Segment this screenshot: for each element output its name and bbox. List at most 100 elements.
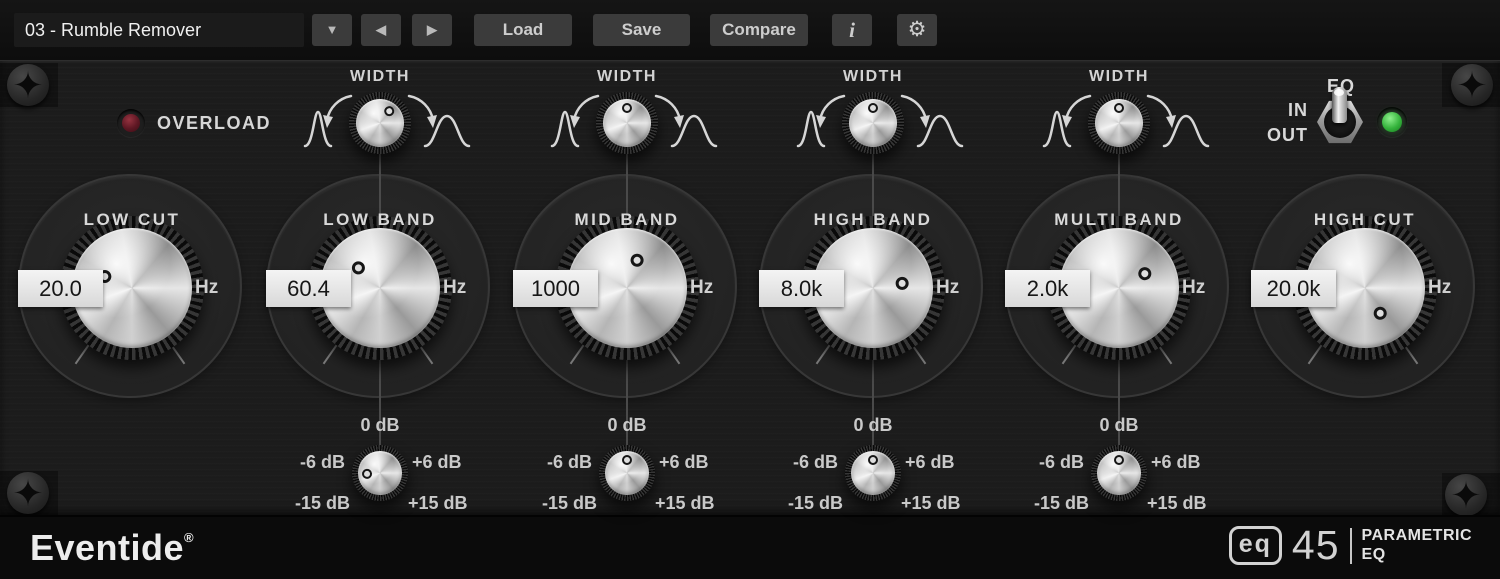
width-knob[interactable] bbox=[1088, 92, 1150, 154]
registered-mark: ® bbox=[184, 530, 194, 545]
knob-position-dot bbox=[1114, 455, 1124, 465]
band-label: MID BAND bbox=[504, 210, 750, 230]
knob-position-dot bbox=[868, 103, 878, 113]
toolbar: 03 - Rumble Remover ▼ ◀ ▶ Load Save Comp… bbox=[0, 0, 1500, 60]
band-label: MULTI BAND bbox=[996, 210, 1242, 230]
unit-label: Hz bbox=[1428, 277, 1451, 299]
ccw-arrow-icon bbox=[327, 96, 351, 120]
unit-label: Hz bbox=[936, 277, 959, 299]
knob-position-dot bbox=[868, 455, 878, 465]
settings-button[interactable]: ⚙ bbox=[897, 14, 937, 46]
width-label: WIDTH bbox=[257, 68, 503, 86]
band-label: HIGH BAND bbox=[750, 210, 996, 230]
width-knob[interactable] bbox=[842, 92, 904, 154]
gain-scale-plus6: +6 dB bbox=[1151, 452, 1239, 473]
gain-scale-0db: 0 dB bbox=[750, 415, 996, 436]
cw-arrow-icon bbox=[1148, 96, 1172, 120]
gain-scale-0db: 0 dB bbox=[996, 415, 1242, 436]
frequency-value[interactable]: 20.0 bbox=[18, 270, 103, 307]
cw-arrow-icon bbox=[902, 96, 926, 120]
gain-scale-plus6: +6 dB bbox=[905, 452, 993, 473]
preset-name-display[interactable]: 03 - Rumble Remover bbox=[14, 13, 304, 47]
gain-scale-minus15: -15 dB bbox=[750, 493, 843, 514]
gain-scale-minus6: -6 dB bbox=[750, 452, 838, 473]
next-preset-button[interactable]: ▶ bbox=[412, 14, 452, 46]
band-high-cut: HIGH CUT 20.0k Hz bbox=[1242, 60, 1488, 515]
gear-icon: ⚙ bbox=[908, 18, 927, 41]
eq-logo-badge: eq bbox=[1229, 526, 1282, 565]
gain-scale-0db: 0 dB bbox=[257, 415, 503, 436]
unit-label: Hz bbox=[690, 277, 713, 299]
previous-preset-button[interactable]: ◀ bbox=[361, 14, 401, 46]
compare-button[interactable]: Compare bbox=[710, 14, 808, 46]
knob-position-dot bbox=[622, 455, 632, 465]
info-icon: i bbox=[849, 18, 855, 42]
frequency-value[interactable]: 60.4 bbox=[266, 270, 351, 307]
knob-position-dot bbox=[382, 104, 396, 118]
cw-arrow-icon bbox=[656, 96, 680, 120]
band-low-cut: LOW CUT 20.0 Hz bbox=[9, 60, 255, 515]
band-label: LOW BAND bbox=[257, 210, 503, 230]
knob-position-dot bbox=[1372, 304, 1390, 322]
width-label: WIDTH bbox=[750, 68, 996, 86]
load-button[interactable]: Load bbox=[474, 14, 572, 46]
gain-scale-minus15: -15 dB bbox=[504, 493, 597, 514]
frequency-value[interactable]: 20.0k bbox=[1251, 270, 1336, 307]
gain-knob[interactable] bbox=[352, 445, 408, 501]
band-label: LOW CUT bbox=[9, 210, 255, 230]
width-knob[interactable] bbox=[349, 92, 411, 154]
knob-position-dot bbox=[622, 103, 632, 113]
eventide-logo: Eventide® bbox=[30, 527, 194, 569]
gain-scale-plus6: +6 dB bbox=[659, 452, 747, 473]
unit-label: Hz bbox=[443, 277, 466, 299]
info-button[interactable]: i bbox=[832, 14, 872, 46]
gain-scale-minus6: -6 dB bbox=[257, 452, 345, 473]
gain-knob[interactable] bbox=[1091, 445, 1147, 501]
logo-divider bbox=[1350, 528, 1352, 564]
frequency-value[interactable]: 2.0k bbox=[1005, 270, 1090, 307]
knob-position-dot bbox=[1136, 264, 1154, 282]
band-multi-band: WIDTH MULTI BAND 2.0k Hz 0 dB -6 dB +6 d… bbox=[996, 60, 1242, 515]
cw-arrow-icon bbox=[409, 96, 433, 120]
footer-bar: Eventide® eq 45 PARAMETRICEQ bbox=[0, 515, 1500, 579]
gain-scale-plus15: +15 dB bbox=[655, 493, 748, 514]
cw-arrowhead-icon bbox=[427, 115, 437, 128]
unit-label: Hz bbox=[195, 277, 218, 299]
product-name: PARAMETRICEQ bbox=[1362, 527, 1472, 564]
band-mid-band: WIDTH MID BAND 1000 Hz 0 dB -6 dB +6 dB bbox=[504, 60, 750, 515]
ccw-arrowhead-icon bbox=[816, 115, 826, 128]
frequency-value[interactable]: 8.0k bbox=[759, 270, 844, 307]
gain-scale-minus15: -15 dB bbox=[996, 493, 1089, 514]
knob-position-dot bbox=[349, 259, 367, 277]
ccw-arrow-icon bbox=[820, 96, 844, 120]
chevron-down-icon: ▼ bbox=[326, 22, 339, 37]
arrow-right-icon: ▶ bbox=[427, 22, 437, 37]
band-low-band: WIDTH LOW BAND 60.4 Hz 0 dB -6 dB +6 dB bbox=[257, 60, 503, 515]
ccw-arrow-icon bbox=[574, 96, 598, 120]
gain-scale-plus15: +15 dB bbox=[1147, 493, 1240, 514]
gain-scale-minus15: -15 dB bbox=[257, 493, 350, 514]
eq45-logo: eq 45 PARAMETRICEQ bbox=[1229, 525, 1472, 566]
knob-position-dot bbox=[628, 252, 645, 269]
ccw-arrowhead-icon bbox=[1062, 115, 1072, 128]
knob-position-dot bbox=[362, 469, 373, 480]
gain-scale-plus6: +6 dB bbox=[412, 452, 500, 473]
ccw-arrowhead-icon bbox=[323, 115, 333, 128]
gain-scale-minus6: -6 dB bbox=[504, 452, 592, 473]
width-knob[interactable] bbox=[596, 92, 658, 154]
gain-scale-minus6: -6 dB bbox=[996, 452, 1084, 473]
frequency-value[interactable]: 1000 bbox=[513, 270, 598, 307]
save-button[interactable]: Save bbox=[593, 14, 690, 46]
cw-arrowhead-icon bbox=[920, 115, 930, 128]
arrow-left-icon: ◀ bbox=[376, 22, 386, 37]
preset-dropdown-button[interactable]: ▼ bbox=[312, 14, 352, 46]
gain-knob[interactable] bbox=[845, 445, 901, 501]
unit-label: Hz bbox=[1182, 277, 1205, 299]
gain-scale-plus15: +15 dB bbox=[408, 493, 501, 514]
gain-knob[interactable] bbox=[599, 445, 655, 501]
width-label: WIDTH bbox=[504, 68, 750, 86]
ccw-arrow-icon bbox=[1066, 96, 1090, 120]
gain-scale-0db: 0 dB bbox=[504, 415, 750, 436]
cw-arrowhead-icon bbox=[674, 115, 684, 128]
ccw-arrowhead-icon bbox=[570, 115, 580, 128]
